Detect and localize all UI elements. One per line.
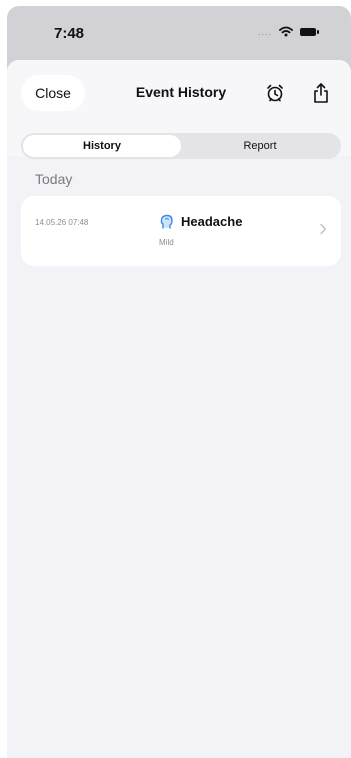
chevron-right-icon (320, 223, 327, 235)
event-list-item[interactable]: 14.05.26 07:48 Headache Mild (21, 196, 341, 266)
tab-report[interactable]: Report (181, 135, 339, 157)
app-frame: 7:48 .... Close Event History History Re… (7, 6, 351, 758)
alarm-clock-icon (267, 84, 283, 102)
close-button[interactable]: Close (21, 75, 85, 111)
alarm-button[interactable] (259, 77, 291, 109)
event-history-sheet: Close Event History History Report Today… (7, 60, 351, 758)
head-icon (160, 214, 173, 229)
tab-history[interactable]: History (23, 135, 181, 157)
share-button[interactable] (305, 77, 337, 109)
event-name: Headache (181, 214, 243, 229)
page-title: Event History (135, 84, 227, 100)
event-datetime: 14.05.26 07:48 (35, 218, 89, 227)
status-bar: 7:48 .... (7, 6, 351, 60)
status-icons: .... (258, 26, 320, 37)
battery-icon (300, 27, 320, 36)
share-icon (314, 83, 328, 103)
event-severity: Mild (159, 238, 174, 247)
signal-icon: .... (258, 26, 273, 37)
history-report-segmented-control: History Report (21, 133, 341, 159)
status-time: 7:48 (54, 25, 85, 42)
section-title-today: Today (35, 171, 73, 187)
wifi-icon (279, 26, 293, 37)
